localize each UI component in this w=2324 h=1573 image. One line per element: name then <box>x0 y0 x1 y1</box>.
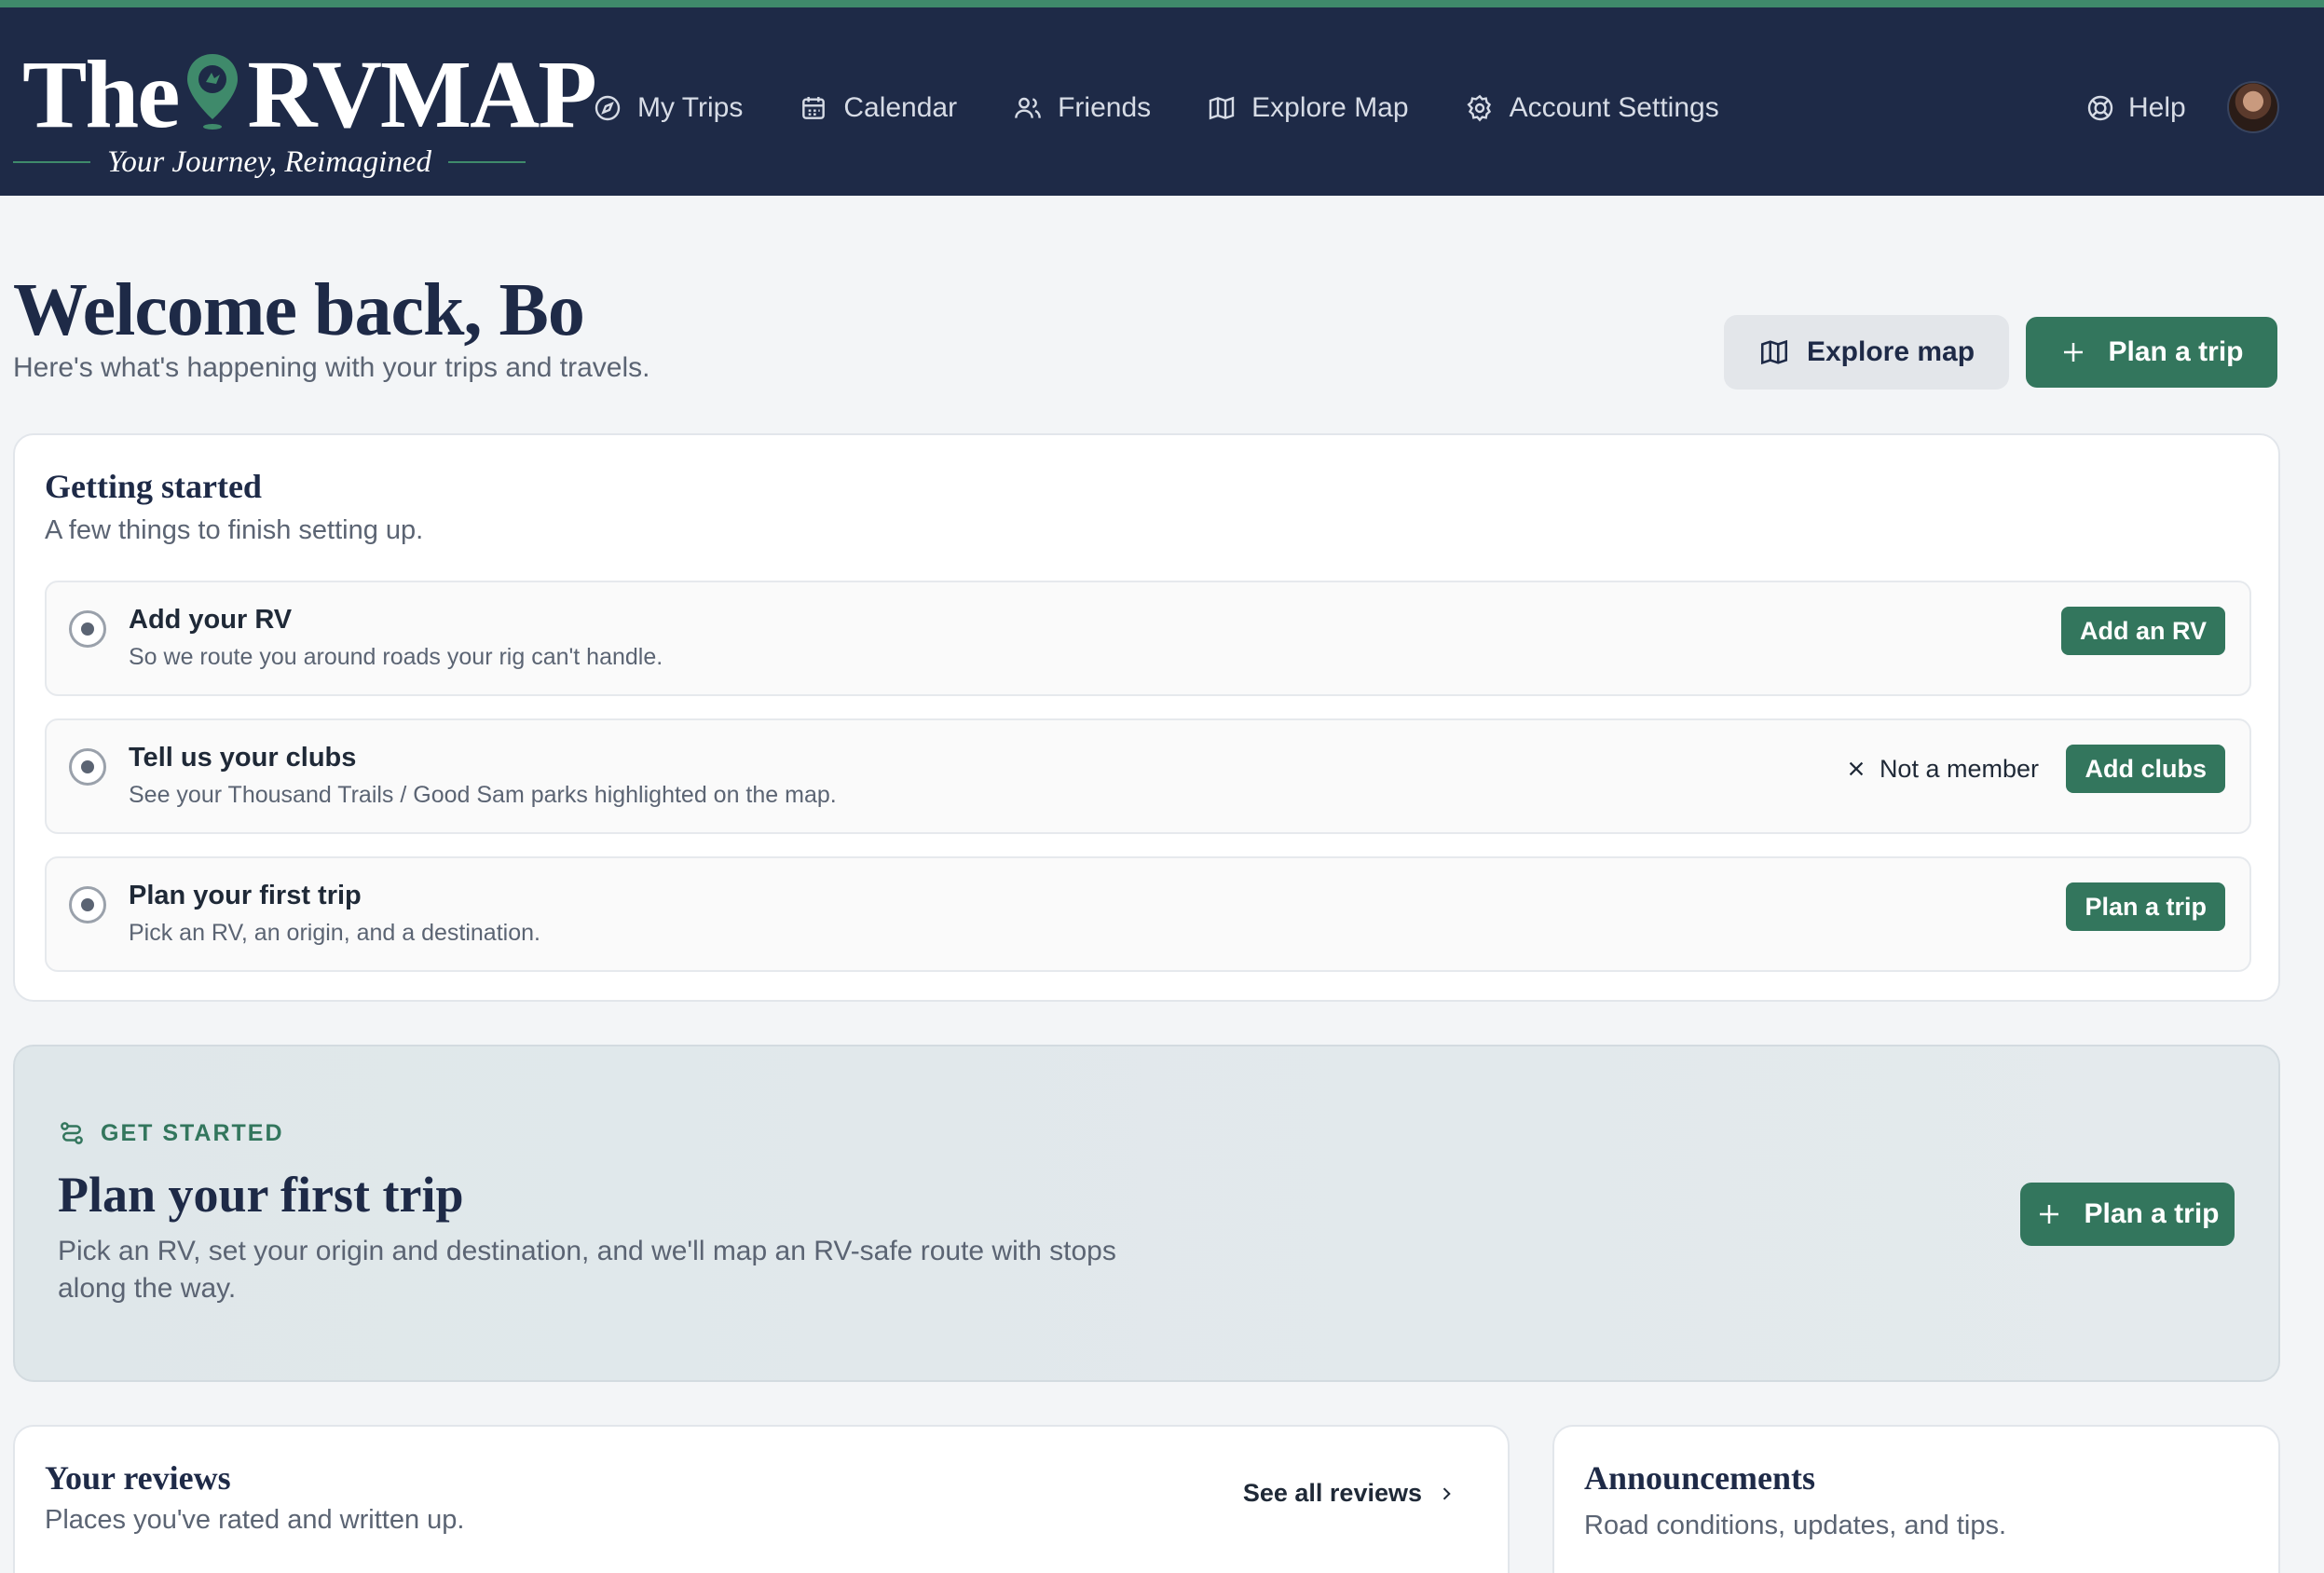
plan-trip-button[interactable]: Plan a trip <box>2026 317 2277 388</box>
nav-label: My Trips <box>637 92 744 123</box>
button-label: Plan a trip <box>2108 336 2244 367</box>
reviews-card: Your reviews Places you've rated and wri… <box>13 1425 1510 1573</box>
plus-icon <box>2040 1205 2059 1224</box>
get-started-banner: GET STARTED Plan your first trip Pick an… <box>13 1045 2280 1382</box>
route-icon <box>61 1122 83 1144</box>
nav-label: Calendar <box>843 92 958 123</box>
see-all-reviews-link[interactable]: See all reviews <box>1243 1479 1456 1508</box>
calendar-icon <box>802 97 826 119</box>
checklist-item-first-trip: Plan your first trip Pick an RV, an orig… <box>45 856 2251 972</box>
card-subtitle: A few things to finish setting up. <box>45 515 424 545</box>
lifebuoy-icon <box>2087 95 2113 121</box>
card-title: Announcements <box>1584 1459 1816 1497</box>
nav-explore-map[interactable]: Explore Map <box>1207 92 1409 124</box>
item-description: So we route you around roads your rig ca… <box>129 644 663 670</box>
page-subtitle: Here's what's happening with your trips … <box>13 352 650 383</box>
add-rv-button[interactable]: Add an RV <box>2060 607 2225 655</box>
banner-plan-trip-button[interactable]: Plan a trip <box>2020 1183 2235 1246</box>
logo-tagline: Your Journey, Reimagined <box>13 144 526 181</box>
button-label: Explore map <box>1806 336 1975 367</box>
app-logo[interactable]: The RVMAP Your Journey, Reimagined <box>13 41 597 190</box>
status-radio <box>69 886 106 923</box>
announcements-card: Announcements Road conditions, updates, … <box>1552 1425 2280 1573</box>
add-clubs-button[interactable]: Add clubs <box>2066 745 2225 793</box>
item-title: Tell us your clubs <box>129 743 357 773</box>
not-a-member-button[interactable]: Not a member <box>1846 745 2039 793</box>
page-title: Welcome back, Bo <box>13 269 585 351</box>
nav-friends[interactable]: Friends <box>1013 92 1151 124</box>
checklist-item-add-rv: Add your RV So we route you around roads… <box>45 581 2251 696</box>
nav-label: Account Settings <box>1509 92 1719 123</box>
item-title: Add your RV <box>129 605 293 635</box>
logo-text-the: The <box>22 41 180 148</box>
logo-wordmark: The RVMAP <box>22 47 597 144</box>
map-pin-logo-icon <box>187 54 239 130</box>
tagline-rule-left <box>13 161 90 163</box>
gear-icon <box>1466 94 1491 122</box>
top-navigation-bar: The RVMAP Your Journey, Reimagined My Tr… <box>0 0 2324 196</box>
button-label: Not a member <box>1879 754 2039 783</box>
users-icon <box>1015 97 1041 118</box>
plus-icon <box>2064 343 2084 362</box>
card-subtitle: Road conditions, updates, and tips. <box>1584 1511 2007 1540</box>
help-label: Help <box>2128 92 2186 123</box>
help-link[interactable]: Help <box>2085 80 2186 136</box>
nav-my-trips[interactable]: My Trips <box>593 92 743 124</box>
map-icon <box>1209 96 1235 120</box>
banner-kicker: GET STARTED <box>58 1119 284 1147</box>
link-label: See all reviews <box>1242 1479 1422 1507</box>
close-icon <box>1849 761 1864 776</box>
main-nav: My Trips Calendar Friends Explore Map Ac… <box>593 80 1775 136</box>
item-description: See your Thousand Trails / Good Sam park… <box>129 782 837 808</box>
checklist-item-clubs: Tell us your clubs See your Thousand Tra… <box>45 718 2251 834</box>
nav-label: Friends <box>1058 92 1152 123</box>
map-icon <box>1760 339 1787 365</box>
item-title: Plan your first trip <box>129 881 362 910</box>
explore-map-button[interactable]: Explore map <box>1724 315 2009 390</box>
nav-calendar[interactable]: Calendar <box>799 92 957 124</box>
card-subtitle: Places you've rated and written up. <box>45 1505 465 1535</box>
plan-trip-row-button[interactable]: Plan a trip <box>2066 882 2225 931</box>
item-description: Pick an RV, an origin, and a destination… <box>129 920 540 946</box>
tagline-rule-right <box>448 161 526 163</box>
kicker-text: GET STARTED <box>101 1119 284 1146</box>
banner-description: Pick an RV, set your origin and destinat… <box>58 1236 1116 1304</box>
status-radio <box>69 748 106 786</box>
banner-title: Plan your first trip <box>58 1167 464 1223</box>
status-radio <box>69 610 106 648</box>
button-label: Plan a trip <box>2084 1198 2220 1229</box>
card-title: Getting started <box>45 468 262 505</box>
nav-account-settings[interactable]: Account Settings <box>1465 92 1719 124</box>
nav-label: Explore Map <box>1251 92 1409 123</box>
logo-text-rvmap: RVMAP <box>247 41 596 148</box>
chevron-right-icon <box>1442 1486 1451 1500</box>
compass-icon <box>595 95 621 121</box>
tagline-text: Your Journey, Reimagined <box>107 144 431 179</box>
user-avatar[interactable] <box>2227 81 2279 133</box>
getting-started-card: Getting started A few things to finish s… <box>13 433 2280 1002</box>
card-title: Your reviews <box>45 1459 231 1497</box>
